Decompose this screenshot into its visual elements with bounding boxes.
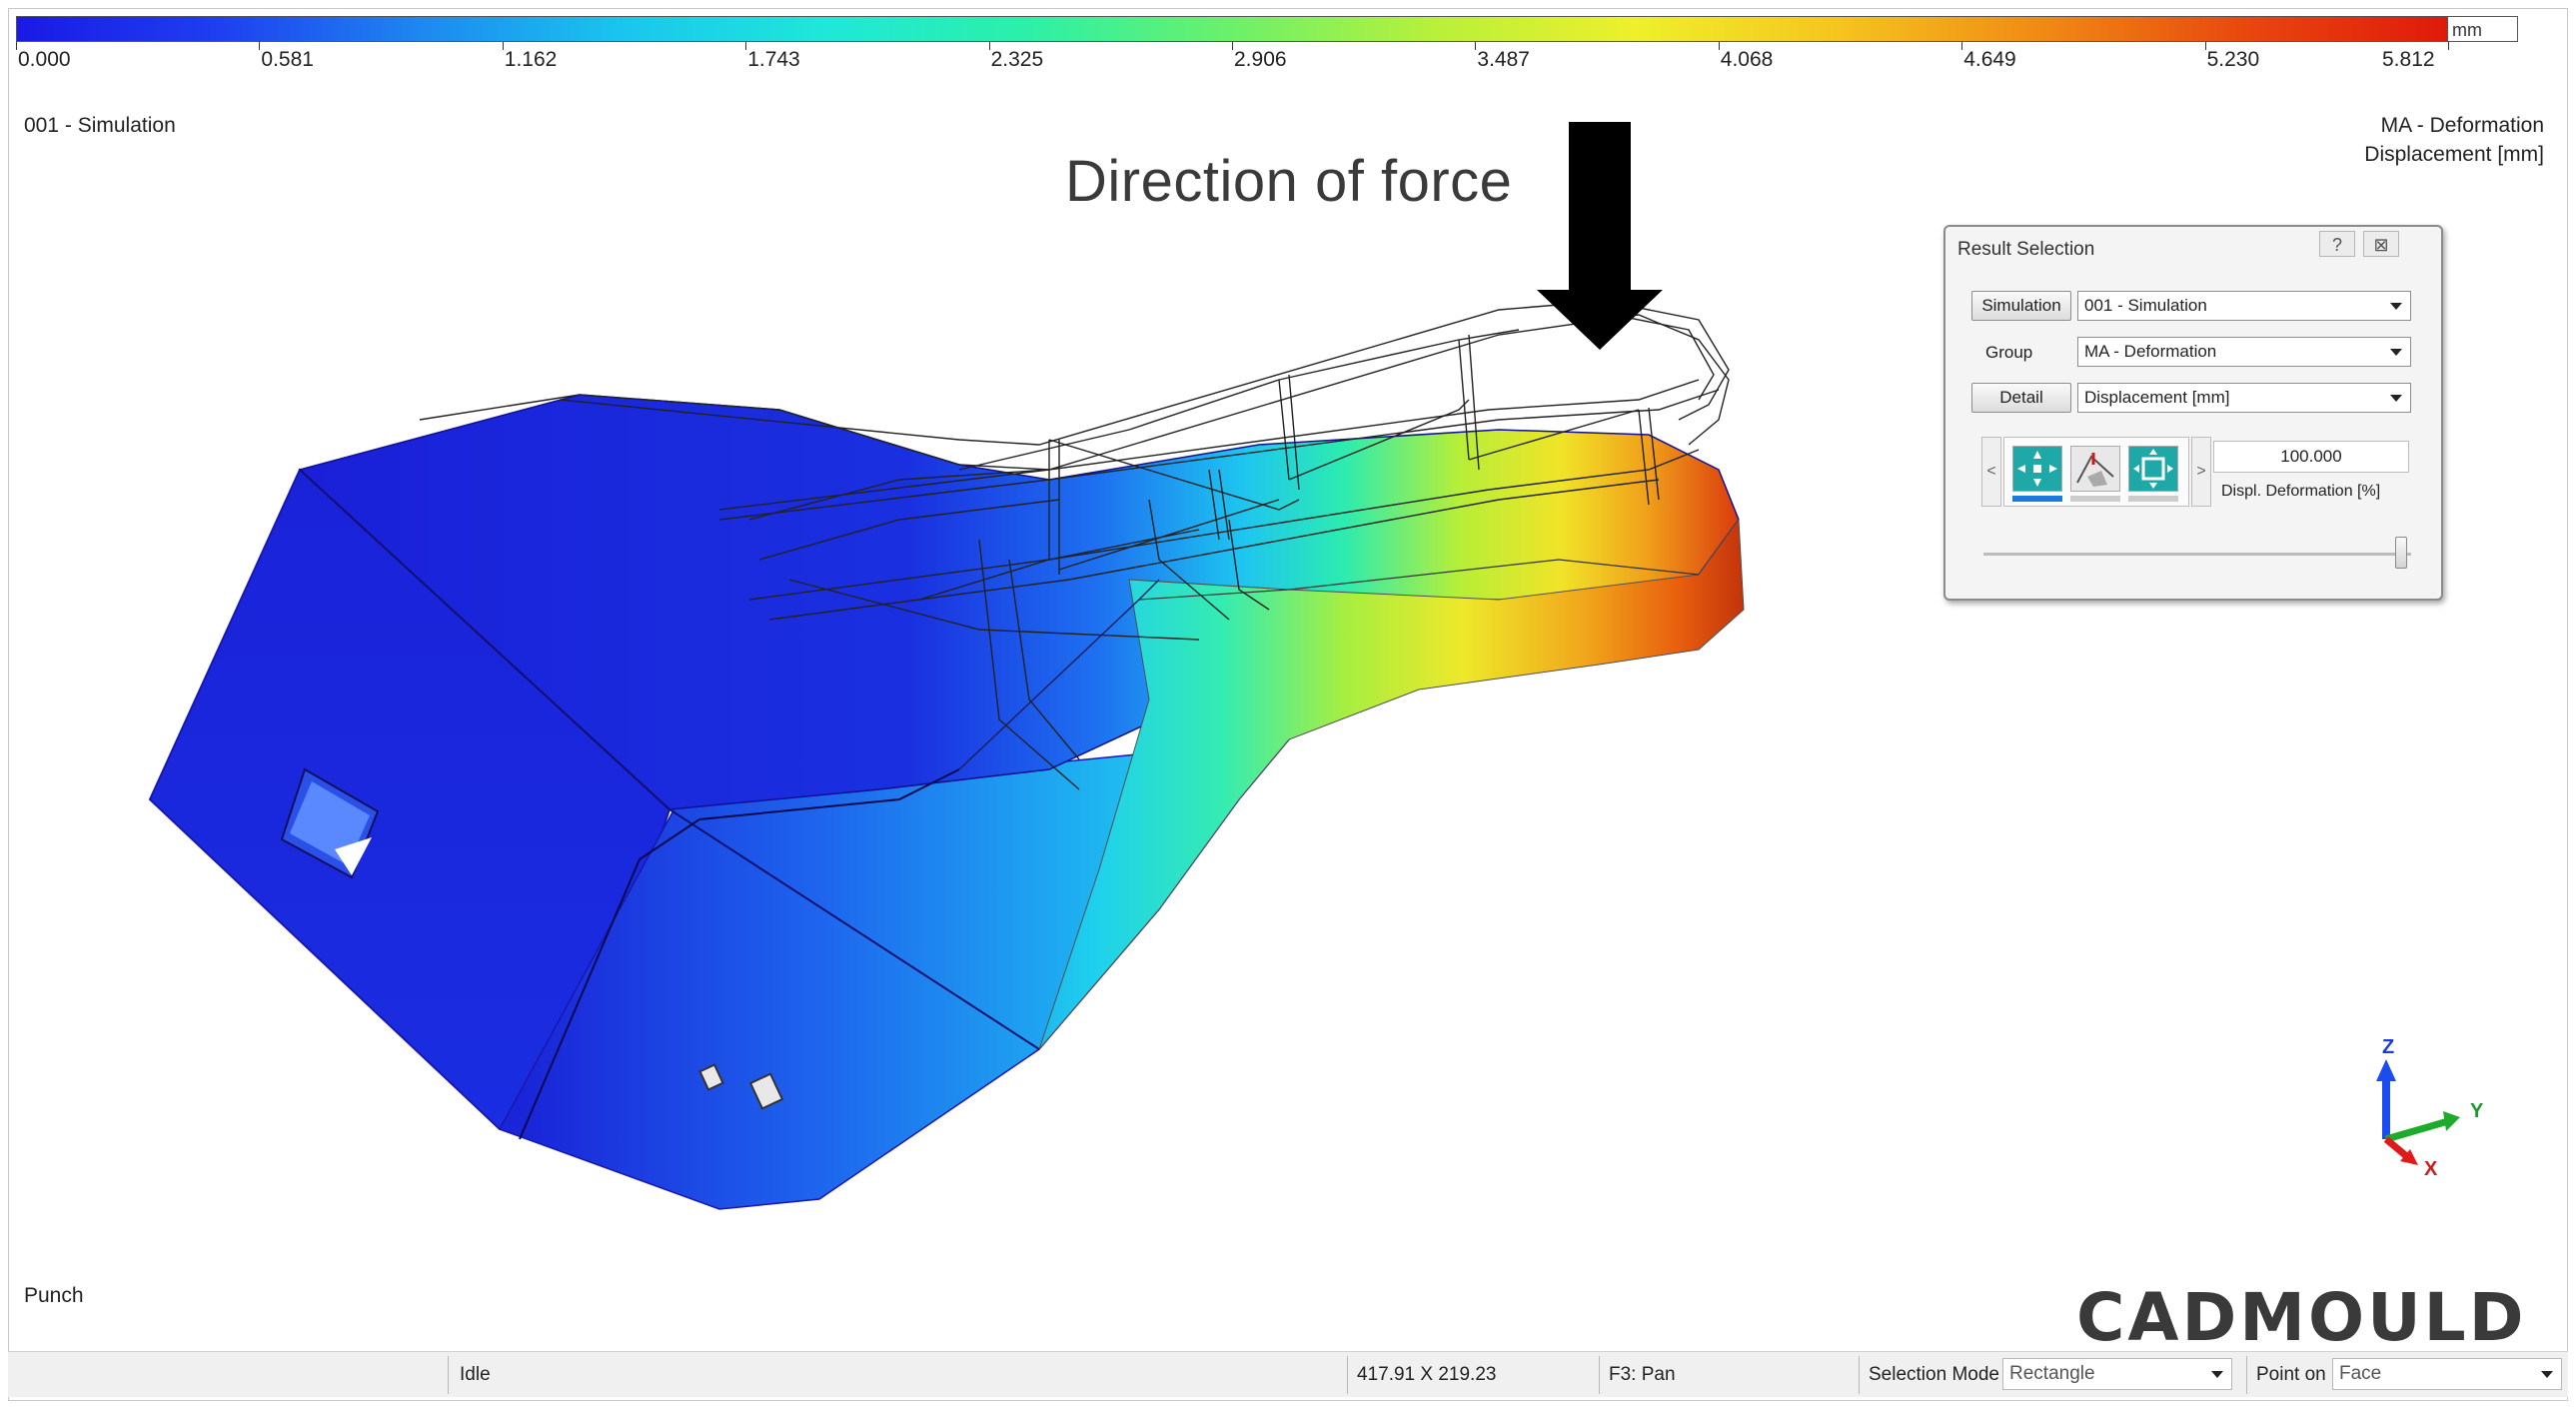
keyboard-hint: F3: Pan — [1609, 1364, 1676, 1385]
axis-triad — [2376, 1059, 2460, 1165]
help-button[interactable]: ? — [2319, 231, 2355, 257]
next-mode-button[interactable]: > — [2191, 437, 2211, 507]
selection-mode-label: Selection Mode — [1869, 1364, 1999, 1385]
mode-indicator — [2128, 496, 2178, 502]
point-on-label: Point on — [2256, 1364, 2326, 1385]
status-separator — [1347, 1356, 1348, 1394]
axis-z-label: Z — [2382, 1036, 2394, 1058]
deformed-shape-icon[interactable] — [2070, 446, 2120, 492]
status-state: Idle — [460, 1364, 491, 1385]
deformation-slider-thumb[interactable] — [2395, 537, 2407, 569]
point-on-value: Face — [2339, 1363, 2382, 1384]
result-selection-dialog[interactable]: Result Selection ? ⊠ Simulation 001 - Si… — [1943, 225, 2443, 601]
group-select-value: MA - Deformation — [2084, 342, 2217, 361]
chevron-down-icon — [2390, 303, 2402, 310]
chevron-down-icon — [2390, 395, 2402, 402]
chevron-down-icon — [2541, 1371, 2553, 1378]
simulation-select[interactable]: 001 - Simulation — [2077, 291, 2411, 321]
deformation-slider-track[interactable] — [1983, 553, 2411, 556]
selection-mode-value: Rectangle — [2009, 1363, 2095, 1384]
status-separator — [448, 1356, 449, 1394]
status-bar: Idle 417.91 X 219.23 F3: Pan Selection M… — [8, 1351, 2568, 1397]
axis-x-label: X — [2424, 1158, 2438, 1180]
cadmould-logo: CADMOULD — [2076, 1279, 2527, 1356]
displacement-arrows-icon[interactable] — [2012, 446, 2062, 492]
model-viewport[interactable]: Z Y X — [0, 0, 2576, 1409]
mode-indicator-active — [2012, 496, 2062, 502]
status-separator — [1859, 1356, 1860, 1394]
group-select[interactable]: MA - Deformation — [2077, 337, 2411, 367]
mode-indicator — [2070, 496, 2120, 502]
selection-mode-select[interactable]: Rectangle — [2002, 1358, 2232, 1390]
simulation-button[interactable]: Simulation — [1971, 291, 2071, 321]
dialog-title: Result Selection — [1957, 239, 2095, 260]
point-on-select[interactable]: Face — [2332, 1358, 2562, 1390]
close-button[interactable]: ⊠ — [2363, 231, 2399, 257]
detail-select-value: Displacement [mm] — [2084, 388, 2230, 407]
scale-view-icon[interactable] — [2128, 446, 2178, 492]
force-arrow-shaft — [1569, 122, 1631, 290]
cursor-coordinates: 417.91 X 219.23 — [1357, 1364, 1497, 1385]
display-mode-strip — [2003, 437, 2189, 507]
detail-button[interactable]: Detail — [1971, 383, 2071, 413]
detail-select[interactable]: Displacement [mm] — [2077, 383, 2411, 413]
group-label: Group — [1985, 343, 2033, 362]
deformation-scale-input[interactable]: 100.000 — [2213, 441, 2409, 473]
chevron-down-icon — [2390, 349, 2402, 356]
force-arrow-head — [1537, 290, 1663, 350]
prev-mode-button[interactable]: < — [1981, 437, 2001, 507]
axis-y-label: Y — [2470, 1100, 2484, 1122]
deformation-scale-label: Displ. Deformation [%] — [2221, 483, 2381, 500]
status-separator — [2246, 1356, 2247, 1394]
chevron-down-icon — [2211, 1371, 2223, 1378]
simulation-select-value: 001 - Simulation — [2084, 296, 2207, 315]
status-separator — [1599, 1356, 1600, 1394]
